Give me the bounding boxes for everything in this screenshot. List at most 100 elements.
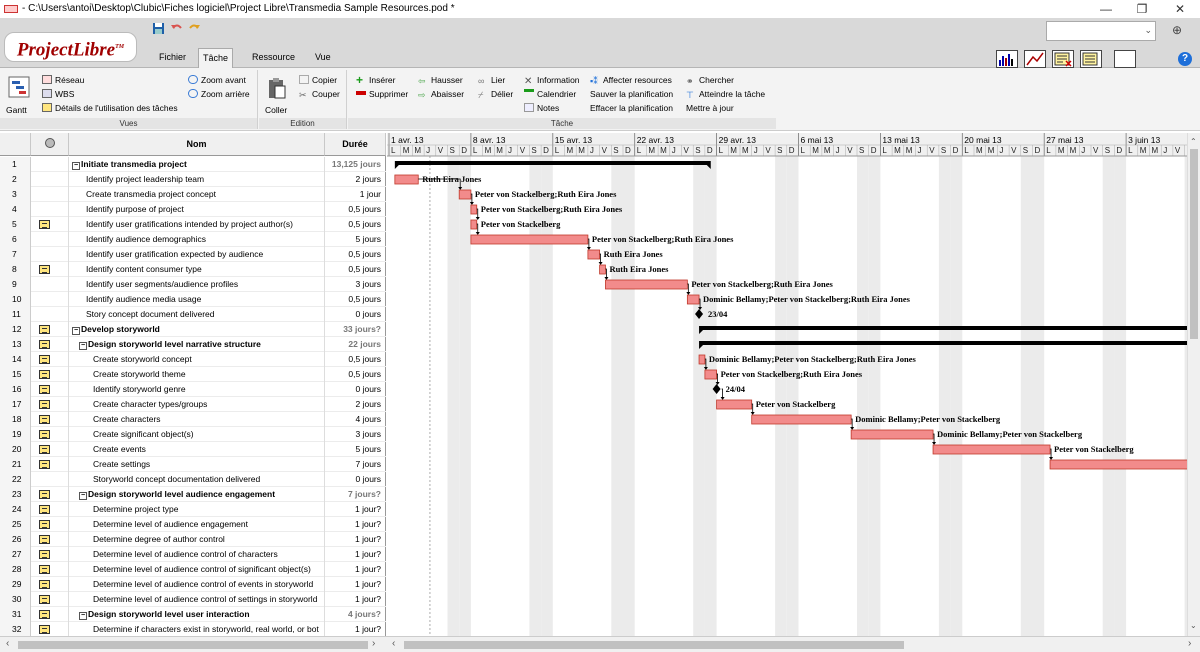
- outdent-button[interactable]: ⇦ Hausser: [418, 74, 463, 87]
- row-number[interactable]: 30: [0, 592, 31, 607]
- task-name-cell[interactable]: Determine degree of author control: [69, 532, 325, 547]
- summary-bar[interactable]: [699, 341, 1200, 345]
- task-name-cell[interactable]: Identify audience media usage: [69, 292, 325, 307]
- horizontal-scrollbar[interactable]: ‹ › ‹ ›: [0, 636, 1200, 652]
- gantt-horizontal-scroll-thumb[interactable]: [404, 641, 904, 649]
- task-duration-cell[interactable]: 0,5 jours: [325, 292, 383, 307]
- row-number[interactable]: 27: [0, 547, 31, 562]
- table-row[interactable]: 2 Identify project leadership team 2 jours: [0, 172, 386, 187]
- task-duration-cell[interactable]: 0,5 jours: [325, 367, 383, 382]
- task-duration-cell[interactable]: 3 jours: [325, 277, 383, 292]
- grid-scroll-left-icon[interactable]: ‹: [6, 638, 9, 649]
- row-number[interactable]: 25: [0, 517, 31, 532]
- row-number[interactable]: 23: [0, 487, 31, 502]
- link-button[interactable]: ∞ Lier: [478, 74, 505, 87]
- maximize-button[interactable]: ❐: [1124, 0, 1160, 18]
- task-name-cell[interactable]: Determine level of audience control of c…: [69, 547, 325, 562]
- paste-button[interactable]: Coller: [265, 104, 287, 117]
- notes-indicator-icon[interactable]: [39, 445, 50, 454]
- calendar-button[interactable]: Calendrier: [524, 88, 576, 101]
- zoom-out-button[interactable]: Zoom arrière: [188, 88, 250, 101]
- row-number[interactable]: 24: [0, 502, 31, 517]
- task-duration-cell[interactable]: 1 jour?: [325, 502, 383, 517]
- notes-indicator-icon[interactable]: [39, 505, 50, 514]
- table-row[interactable]: 31 − Design storyworld level user interact…: [0, 607, 386, 622]
- task-name-cell[interactable]: Identify purpose of project: [69, 202, 325, 217]
- assign-resources-button[interactable]: ▪⁑ Affecter resources: [590, 74, 672, 87]
- row-number[interactable]: 15: [0, 367, 31, 382]
- task-name-cell[interactable]: Create character types/groups: [69, 397, 325, 412]
- table-row[interactable]: 1 − Initiate transmedia project 13,125 jour…: [0, 157, 386, 172]
- tab-tache[interactable]: Tâche: [198, 48, 234, 68]
- task-bar[interactable]: [751, 414, 852, 425]
- task-name-cell[interactable]: − Develop storyworld: [69, 322, 325, 337]
- vertical-scrollbar[interactable]: ⌃ ⌄: [1187, 133, 1200, 636]
- summary-bar[interactable]: [699, 326, 1200, 330]
- table-row[interactable]: 11 Story concept document delivered 0 jour…: [0, 307, 386, 322]
- task-name-cell[interactable]: Create transmedia project concept: [69, 187, 325, 202]
- notes-indicator-icon[interactable]: [39, 520, 50, 529]
- task-duration-cell[interactable]: 2 jours: [325, 172, 383, 187]
- table-row[interactable]: 9 Identify user segments/audience profile…: [0, 277, 386, 292]
- row-number[interactable]: 31: [0, 607, 31, 622]
- table-row[interactable]: 13 − Design storyworld level narrative str…: [0, 337, 386, 352]
- task-bar[interactable]: [458, 189, 472, 200]
- notes-indicator-icon[interactable]: [39, 610, 50, 619]
- task-name-cell[interactable]: Create storyworld concept: [69, 352, 325, 367]
- scroll-down-icon[interactable]: ⌄: [1190, 621, 1197, 630]
- task-duration-cell[interactable]: 4 jours?: [325, 607, 383, 622]
- name-column-header[interactable]: Nom: [69, 133, 325, 156]
- row-number[interactable]: 18: [0, 412, 31, 427]
- task-bar[interactable]: [599, 264, 606, 275]
- task-duration-cell[interactable]: 1 jour?: [325, 517, 383, 532]
- task-bar[interactable]: [470, 219, 478, 230]
- task-duration-cell[interactable]: 0,5 jours: [325, 247, 383, 262]
- table-row[interactable]: 23 − Design storyworld level audience enga…: [0, 487, 386, 502]
- notes-indicator-icon[interactable]: [39, 385, 50, 394]
- task-name-cell[interactable]: − Design storyworld level narrative struc…: [69, 337, 325, 352]
- task-bar[interactable]: [605, 279, 688, 290]
- notes-indicator-icon[interactable]: [39, 400, 50, 409]
- task-bar[interactable]: [716, 399, 753, 410]
- task-name-cell[interactable]: − Initiate transmedia project: [69, 157, 325, 172]
- task-duration-cell[interactable]: 5 jours: [325, 442, 383, 457]
- row-number[interactable]: 1: [0, 157, 31, 172]
- task-duration-cell[interactable]: 1 jour?: [325, 577, 383, 592]
- unlink-button[interactable]: ⌿ Délier: [478, 88, 513, 101]
- task-name-cell[interactable]: − Design storyworld level audience engage…: [69, 487, 325, 502]
- row-number[interactable]: 21: [0, 457, 31, 472]
- row-number[interactable]: 22: [0, 472, 31, 487]
- grid-scroll-right-icon[interactable]: ›: [372, 638, 375, 649]
- grid-horizontal-scroll-thumb[interactable]: [18, 641, 368, 649]
- task-name-cell[interactable]: Determine level of audience control of e…: [69, 577, 325, 592]
- table-row[interactable]: 22 Storyworld concept documentation deliv…: [0, 472, 386, 487]
- tab-ressource[interactable]: Ressource: [248, 48, 299, 68]
- task-duration-cell[interactable]: 1 jour?: [325, 532, 383, 547]
- cut-button[interactable]: ✂ Couper: [299, 88, 340, 101]
- task-name-cell[interactable]: Create events: [69, 442, 325, 457]
- vertical-scroll-thumb[interactable]: [1190, 149, 1198, 339]
- notes-indicator-icon[interactable]: [39, 580, 50, 589]
- table-row[interactable]: 6 Identify audience demographics 5 jours: [0, 232, 386, 247]
- table-row[interactable]: 29 Determine level of audience control of…: [0, 577, 386, 592]
- insert-button[interactable]: + Insérer: [356, 74, 395, 87]
- save-baseline-button[interactable]: Sauver la planification: [590, 88, 673, 101]
- notes-indicator-icon[interactable]: [39, 550, 50, 559]
- row-number[interactable]: 13: [0, 337, 31, 352]
- table-row[interactable]: 20 Create events 5 jours: [0, 442, 386, 457]
- table-row[interactable]: 24 Determine project type 1 jour?: [0, 502, 386, 517]
- task-name-cell[interactable]: Create storyworld theme: [69, 367, 325, 382]
- row-number[interactable]: 17: [0, 397, 31, 412]
- task-name-cell[interactable]: Identify user gratifications intended by…: [69, 217, 325, 232]
- task-duration-cell[interactable]: 3 jours: [325, 427, 383, 442]
- clear-baseline-button[interactable]: Effacer la planification: [590, 102, 673, 115]
- task-bar[interactable]: [394, 174, 419, 185]
- table-row[interactable]: 16 Identify storyworld genre 0 jours: [0, 382, 386, 397]
- row-number[interactable]: 28: [0, 562, 31, 577]
- task-duration-cell[interactable]: 7 jours?: [325, 487, 383, 502]
- task-usage-view-icon[interactable]: [1052, 50, 1074, 68]
- histogram-view-icon[interactable]: [996, 50, 1018, 68]
- redo-icon[interactable]: [188, 22, 201, 35]
- row-number[interactable]: 11: [0, 307, 31, 322]
- task-duration-cell[interactable]: 0,5 jours: [325, 202, 383, 217]
